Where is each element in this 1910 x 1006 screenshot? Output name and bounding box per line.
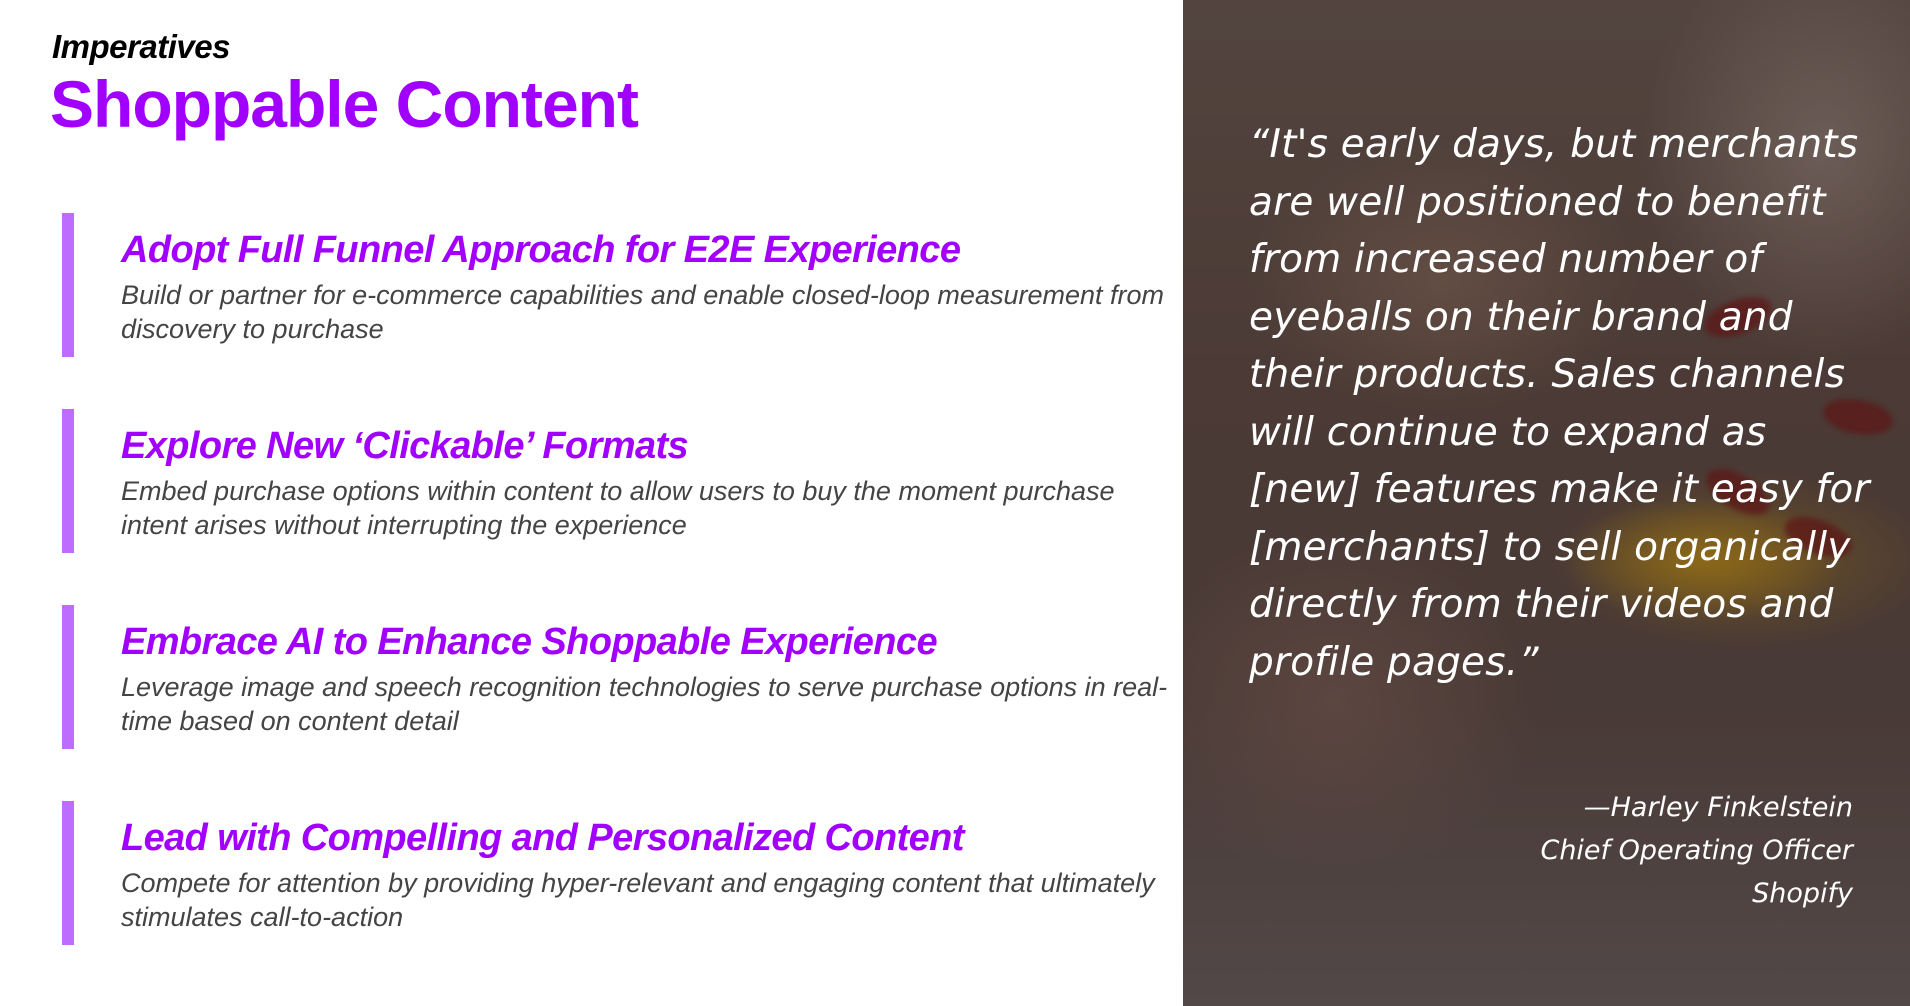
eyebrow-label: Imperatives	[52, 28, 230, 65]
quote-attribution: —Harley Finkelstein Chief Operating Offi…	[1540, 786, 1853, 915]
accent-bar	[62, 605, 74, 749]
page-title: Shoppable Content	[50, 67, 639, 141]
imperative-body: Leverage image and speech recognition te…	[121, 672, 1168, 736]
accent-bar	[62, 409, 74, 553]
imperative-item: Adopt Full Funnel Approach for E2E Exper…	[62, 213, 1172, 357]
imperative-body: Compete for attention by providing hyper…	[121, 868, 1155, 932]
imperative-heading: Lead with Compelling and Personalized Co…	[121, 817, 964, 859]
imperative-heading: Adopt Full Funnel Approach for E2E Exper…	[121, 229, 961, 271]
quote-panel-background-photo: “It's early days, but merchants are well…	[1183, 0, 1910, 1006]
imperative-heading: Explore New ‘Clickable’ Formats	[121, 425, 689, 467]
content-panel: Imperatives Shoppable Content Adopt Full…	[0, 0, 1183, 1006]
imperative-item: Explore New ‘Clickable’ Formats Embed pu…	[62, 409, 1172, 553]
quote-role: Chief Operating Officer	[1540, 835, 1853, 866]
imperative-item: Embrace AI to Enhance Shoppable Experien…	[62, 605, 1172, 749]
imperative-item: Lead with Compelling and Personalized Co…	[62, 801, 1172, 945]
imperative-body: Embed purchase options within content to…	[121, 476, 1115, 540]
quote-author: —Harley Finkelstein	[1583, 792, 1853, 823]
imperative-body: Build or partner for e-commerce capabili…	[121, 280, 1165, 344]
accent-bar	[62, 801, 74, 945]
imperative-heading: Embrace AI to Enhance Shoppable Experien…	[121, 621, 938, 663]
accent-bar	[62, 213, 74, 357]
quote-text: “It's early days, but merchants are well…	[1249, 122, 1870, 685]
quote-company: Shopify	[1752, 878, 1853, 909]
